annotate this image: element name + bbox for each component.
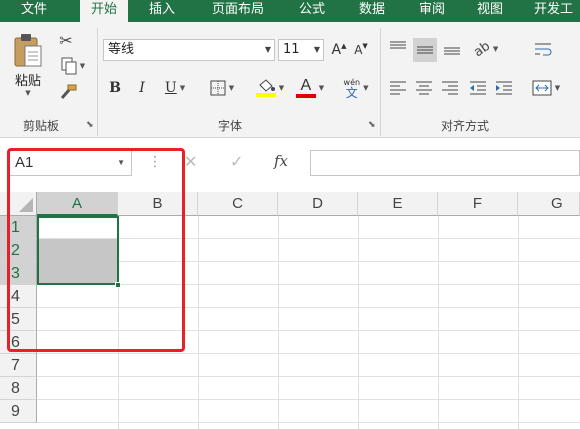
shrink-font-button[interactable]: A ▼	[352, 39, 370, 61]
paste-dropdown-arrow[interactable]: ▼	[25, 89, 30, 97]
grow-font-button[interactable]: A ▲	[330, 39, 348, 61]
clipboard-launcher-icon[interactable]: ⬊	[86, 120, 94, 130]
format-painter-button[interactable]	[56, 82, 80, 102]
ribbon-tab-bar: 文件 开始 插入 页面布局 公式 数据 审阅 视图 开发工	[0, 0, 580, 22]
font-launcher-icon[interactable]: ⬊	[368, 120, 376, 130]
wrap-text-icon	[535, 43, 552, 56]
cancel-icon[interactable]: ✕	[184, 152, 197, 171]
gridline	[278, 216, 279, 429]
column-header-d[interactable]: D	[278, 192, 358, 216]
increase-indent-button[interactable]	[494, 80, 514, 96]
row-header-9[interactable]: 9	[0, 400, 37, 423]
chevron-down-icon: ▼	[313, 45, 320, 54]
tab-insert[interactable]: 插入	[140, 0, 184, 22]
decrease-indent-icon	[470, 81, 486, 95]
gridline	[37, 422, 580, 423]
align-bottom-button[interactable]	[442, 40, 462, 56]
enter-icon[interactable]: ✓	[230, 152, 243, 171]
underline-button[interactable]: U ▼	[158, 77, 192, 99]
tab-developer[interactable]: 开发工	[528, 0, 580, 22]
gridline	[518, 216, 519, 429]
alignment-group-label: 对齐方式	[440, 119, 489, 133]
text-orientation-icon: ab	[470, 38, 493, 60]
merge-cells-icon	[532, 80, 552, 96]
increase-indent-icon	[496, 81, 512, 95]
column-header-f[interactable]: F	[438, 192, 518, 216]
tab-review[interactable]: 审阅	[410, 0, 454, 22]
align-left-icon	[390, 81, 406, 95]
tab-formulas[interactable]: 公式	[290, 0, 334, 22]
align-top-icon	[390, 41, 406, 49]
gridline	[358, 216, 359, 429]
wrap-text-button[interactable]	[530, 38, 556, 60]
font-color-swatch	[295, 94, 316, 98]
paintbrush-icon	[60, 84, 77, 99]
insert-function-icon[interactable]: fx	[274, 152, 288, 170]
font-size-combo[interactable]: 11 ▼	[278, 39, 324, 61]
tab-file[interactable]: 文件	[12, 0, 56, 22]
font-name-combo[interactable]: 等线 ▼	[103, 39, 275, 61]
paste-label: 粘贴	[14, 73, 41, 89]
fill-color-button[interactable]: ▼	[252, 75, 288, 101]
copy-button[interactable]: ▼	[56, 56, 90, 76]
font-color-icon: A	[300, 77, 312, 94]
column-header-c[interactable]: C	[198, 192, 278, 216]
row-header-8[interactable]: 8	[0, 377, 37, 400]
paste-icon	[14, 33, 42, 66]
tab-data[interactable]: 数据	[350, 0, 394, 22]
divider	[380, 28, 381, 136]
tab-page-layout[interactable]: 页面布局	[200, 0, 276, 22]
paint-bucket-icon	[259, 79, 275, 92]
highlight-annotation-box	[7, 148, 185, 352]
gridline	[438, 216, 439, 429]
scissors-icon: ✂	[59, 30, 73, 50]
phonetic-char-icon: 文	[345, 86, 358, 100]
underline-icon: U	[164, 80, 177, 96]
paste-button[interactable]: 粘贴 ▼	[8, 30, 48, 98]
gridline	[37, 399, 580, 400]
align-bottom-icon	[444, 47, 460, 55]
ribbon-home: 粘贴 ▼ ✂ ▼ 剪贴板 ⬊ 等线 ▼ 11 ▼ A▲ A▼ B I U▼	[0, 22, 580, 138]
clipboard-group-label: 剪贴板	[22, 119, 59, 133]
align-center-icon	[416, 81, 432, 95]
align-right-button[interactable]	[440, 80, 460, 96]
align-right-icon	[442, 81, 458, 95]
font-color-button[interactable]: A ▼	[292, 75, 328, 101]
align-middle-button[interactable]	[413, 38, 437, 62]
tab-home[interactable]: 开始	[80, 0, 128, 22]
font-name-value: 等线	[108, 42, 135, 57]
shrink-font-icon: A	[354, 43, 363, 57]
divider	[97, 28, 98, 136]
align-top-button[interactable]	[388, 40, 408, 56]
align-left-button[interactable]	[388, 80, 408, 96]
font-group-label: 字体	[217, 119, 242, 133]
align-middle-icon	[417, 46, 433, 54]
column-header-e[interactable]: E	[358, 192, 438, 216]
gridline	[37, 376, 580, 377]
copy-icon	[61, 57, 77, 75]
decrease-indent-button[interactable]	[468, 80, 488, 96]
fill-color-swatch	[255, 93, 276, 97]
borders-icon	[210, 80, 226, 96]
orientation-button[interactable]: ab ▼	[468, 38, 504, 60]
align-center-button[interactable]	[414, 80, 434, 96]
gridline	[37, 353, 580, 354]
italic-button[interactable]: I	[132, 77, 152, 99]
chevron-down-icon: ▼	[264, 45, 271, 54]
merge-center-button[interactable]: ▼	[526, 77, 566, 99]
tab-view[interactable]: 视图	[468, 0, 512, 22]
grow-font-icon: A	[331, 42, 342, 58]
formula-input[interactable]	[310, 150, 580, 176]
gridline	[198, 216, 199, 429]
font-size-value: 11	[283, 42, 300, 57]
bold-button[interactable]: B	[105, 77, 125, 99]
phonetic-guide-button[interactable]: wén 文 ▼	[338, 74, 374, 102]
row-header-7[interactable]: 7	[0, 354, 37, 377]
cut-button[interactable]: ✂	[56, 30, 76, 50]
borders-button[interactable]: ▼	[204, 77, 240, 99]
column-header-g[interactable]: G	[518, 192, 580, 216]
